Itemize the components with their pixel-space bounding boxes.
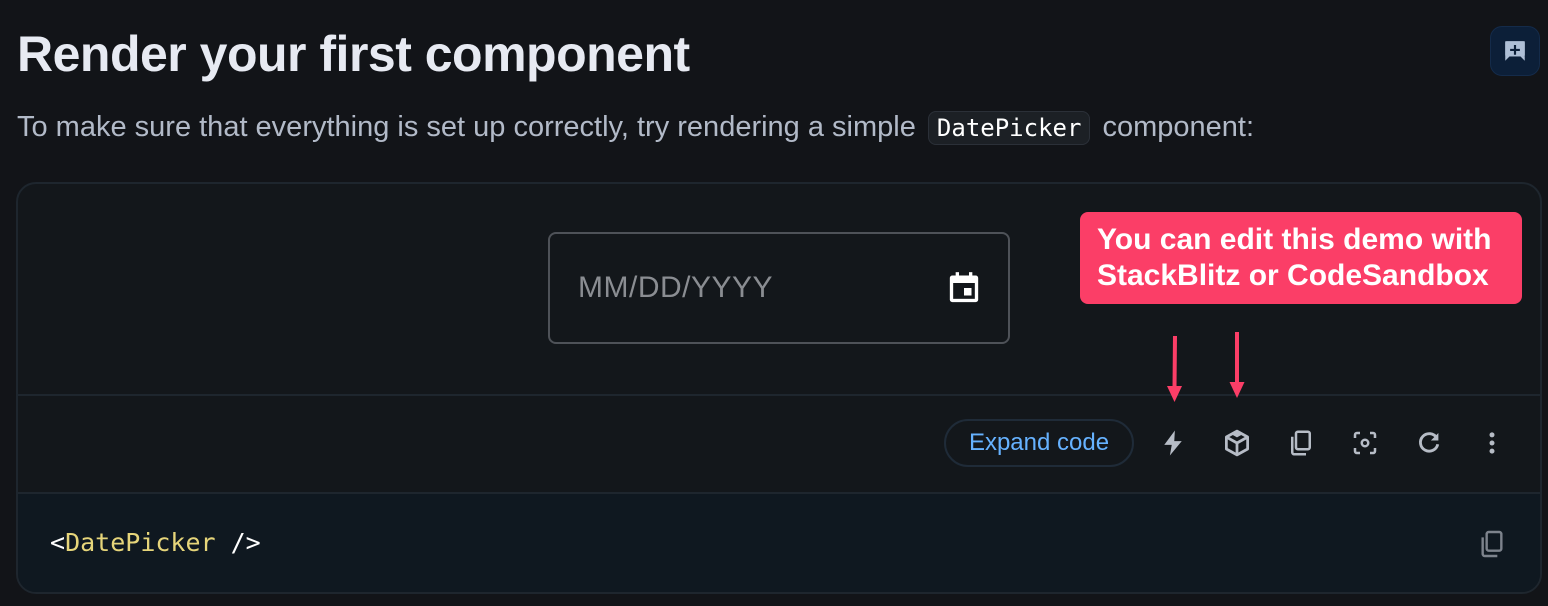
intro-paragraph: To make sure that everything is set up c… <box>17 106 1254 149</box>
annotation-callout: You can edit this demo with StackBlitz o… <box>1080 212 1522 304</box>
code-block: <DatePicker /> <box>18 494 1540 592</box>
codesandbox-icon <box>1225 429 1249 457</box>
intro-text-before: To make sure that everything is set up c… <box>17 111 916 143</box>
calendar-icon[interactable] <box>944 268 984 308</box>
demo-toolbar: Expand code <box>18 396 1540 492</box>
date-input-placeholder[interactable]: MM/DD/YYYY <box>578 271 773 305</box>
arrow-to-stackblitz-icon <box>1167 336 1182 402</box>
codesandbox-button[interactable] <box>1219 425 1255 461</box>
copy-source-button[interactable] <box>1283 425 1319 461</box>
stackblitz-button[interactable] <box>1155 425 1191 461</box>
code-open-bracket: < <box>50 528 66 557</box>
code-close: /> <box>215 528 261 557</box>
more-options-button[interactable] <box>1474 425 1510 461</box>
copy-icon <box>1291 430 1311 456</box>
reset-demo-button[interactable] <box>1411 425 1447 461</box>
more-vert-icon <box>1489 432 1495 454</box>
reset-icon <box>1419 432 1440 453</box>
inline-code-datepicker: DatePicker <box>927 111 1091 145</box>
arrow-to-codesandbox-icon <box>1229 332 1245 398</box>
stackblitz-icon <box>1164 430 1182 456</box>
page-title: Render your first component <box>17 26 690 82</box>
copy-code-icon[interactable] <box>1476 528 1508 560</box>
annotation-line-1: You can edit this demo with <box>1097 223 1492 256</box>
focus-icon <box>1353 431 1377 455</box>
add-feedback-button[interactable] <box>1490 26 1540 76</box>
code-tag-name: DatePicker <box>65 528 216 557</box>
code-line: <DatePicker /> <box>50 528 261 557</box>
intro-text-after: component: <box>1102 111 1255 143</box>
annotation-line-2: StackBlitz or CodeSandbox <box>1097 259 1489 292</box>
add-comment-icon <box>1505 41 1525 61</box>
expand-code-button[interactable]: Expand code <box>944 419 1134 467</box>
focus-demo-button[interactable] <box>1347 425 1383 461</box>
date-input-field[interactable]: MM/DD/YYYY <box>548 232 1010 344</box>
